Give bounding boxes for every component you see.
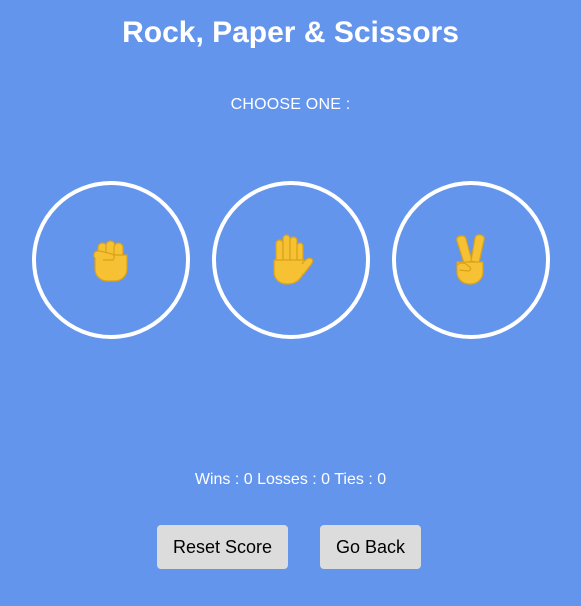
losses-count: 0 xyxy=(321,471,331,488)
rock-choice-button[interactable] xyxy=(32,181,190,339)
wins-count: 0 xyxy=(243,471,253,488)
page-title: Rock, Paper & Scissors xyxy=(122,16,459,49)
losses-label: Losses : xyxy=(257,471,317,488)
raised-hand-icon xyxy=(273,234,314,285)
victory-hand-icon xyxy=(456,234,485,285)
paper-choice-button[interactable] xyxy=(212,181,370,339)
ties-count: 0 xyxy=(377,471,387,488)
choose-prompt: CHOOSE ONE : xyxy=(230,96,351,113)
wins-label: Wins : xyxy=(194,471,240,488)
reset-score-button[interactable]: Reset Score xyxy=(157,525,288,569)
scissors-choice-button[interactable] xyxy=(392,181,550,339)
raised-fist-icon xyxy=(93,240,128,282)
score-summary: Wins : 0 Losses : 0 Ties : 0 xyxy=(0,470,581,490)
ties-label: Ties : xyxy=(334,471,373,488)
go-back-button[interactable]: Go Back xyxy=(320,525,421,569)
